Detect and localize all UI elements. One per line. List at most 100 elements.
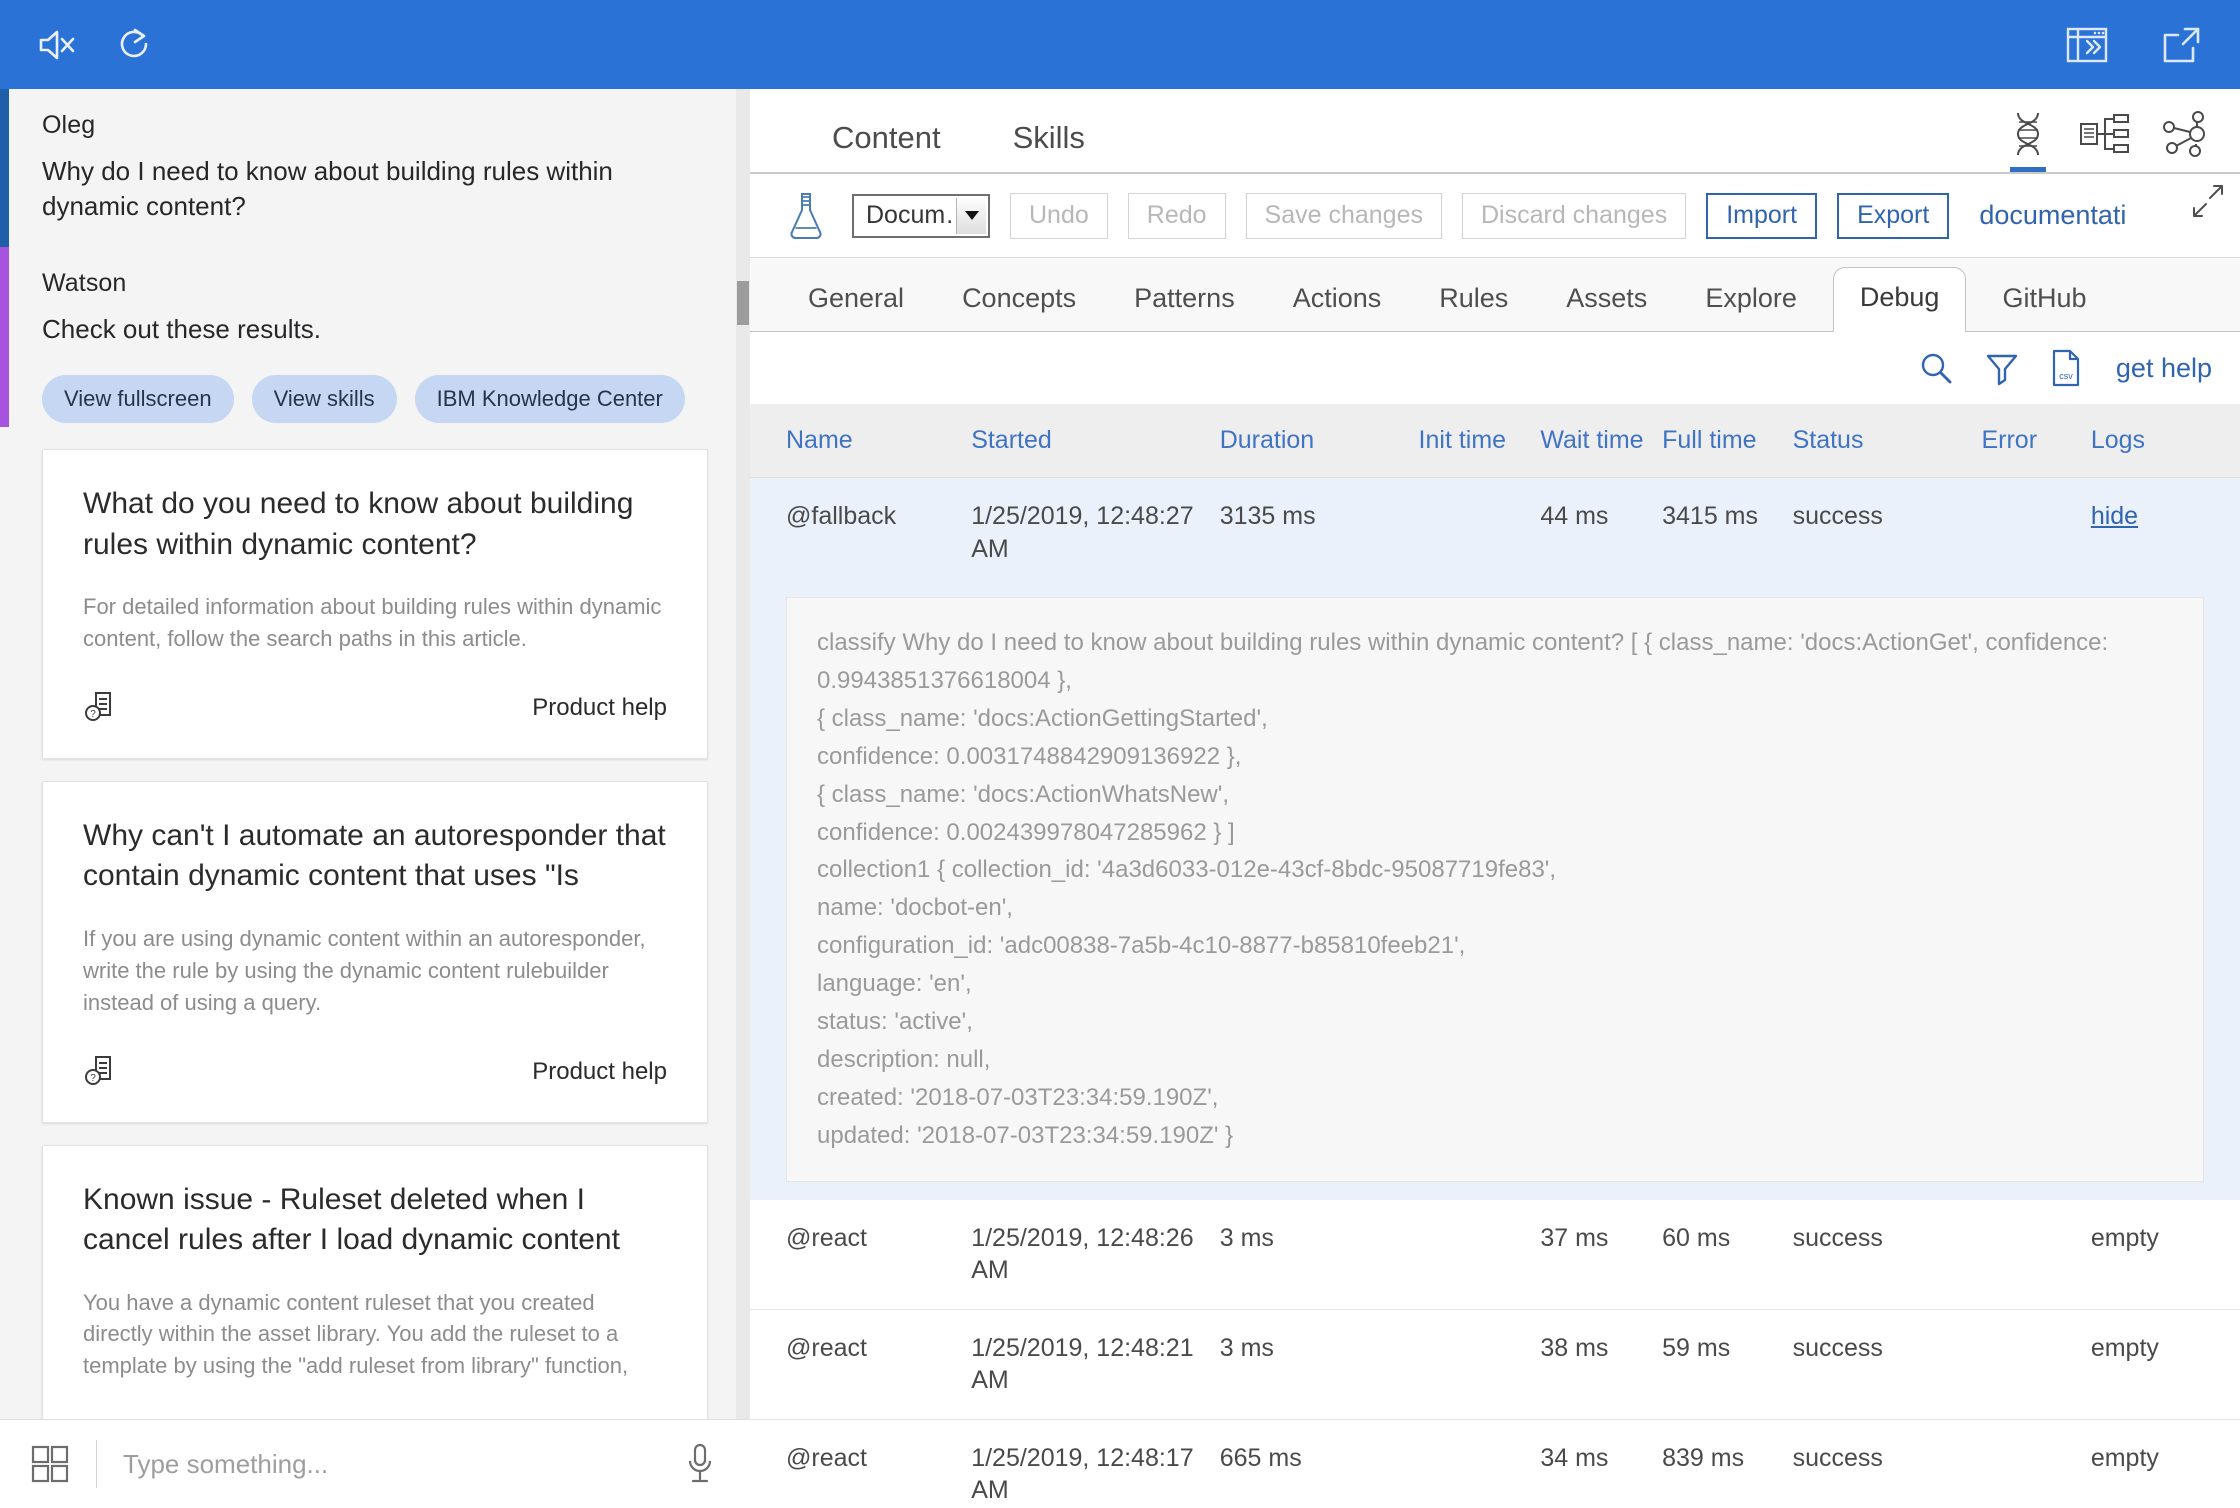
artifact-type-select[interactable]: Docum… <box>852 193 990 238</box>
result-card-description: You have a dynamic content ruleset that … <box>83 1289 629 1379</box>
search-icon[interactable] <box>1918 350 1954 386</box>
column-header-duration[interactable]: Duration <box>1219 404 1419 478</box>
undo-button[interactable]: Undo <box>1010 192 1108 239</box>
log-detail-panel: classify Why do I need to know about bui… <box>786 597 2204 1182</box>
documentation-link[interactable]: documentati <box>1979 200 2126 231</box>
chip-view-fullscreen[interactable]: View fullscreen <box>42 375 234 424</box>
chevron-down-icon[interactable] <box>956 197 986 234</box>
subtab-patterns[interactable]: Patterns <box>1112 283 1257 332</box>
log-line: classify Why do I need to know about bui… <box>817 629 2115 694</box>
subtab-explore[interactable]: Explore <box>1683 283 1819 332</box>
cell-logs: empty <box>2090 1199 2240 1310</box>
table-row[interactable]: @fallback 1/25/2019, 12:48:27 AM 3135 ms… <box>750 477 2240 587</box>
subtab-rules[interactable]: Rules <box>1417 283 1530 332</box>
result-card-action-label[interactable]: Product help <box>532 1058 667 1086</box>
column-header-started[interactable]: Started <box>971 404 1220 478</box>
log-line: { class_name: 'docs:ActionWhatsNew', <box>817 780 1230 808</box>
result-card-action-label[interactable]: Product help <box>532 694 667 722</box>
subtab-debug[interactable]: Debug <box>1832 267 1967 332</box>
cell-init-time <box>1418 1309 1541 1420</box>
column-header-error[interactable]: Error <box>1981 404 2091 478</box>
filter-icon[interactable] <box>1984 350 2020 386</box>
subtab-actions[interactable]: Actions <box>1271 283 1404 332</box>
log-detail-row: classify Why do I need to know about bui… <box>750 587 2240 1200</box>
export-button[interactable]: Export <box>1837 192 1950 239</box>
subtab-assets[interactable]: Assets <box>1544 283 1669 332</box>
result-card[interactable]: Why can't I automate an autoresponder th… <box>42 780 708 1123</box>
get-help-link[interactable]: get help <box>2116 353 2212 384</box>
cell-logs: empty <box>2090 1309 2240 1420</box>
cell-started: 1/25/2019, 12:48:17 AM <box>971 1419 1220 1508</box>
chat-message-input[interactable] <box>97 1447 650 1481</box>
cell-full-time: 839 ms <box>1662 1419 1793 1508</box>
discard-changes-button[interactable]: Discard changes <box>1461 192 1687 239</box>
flask-icon[interactable] <box>786 190 826 242</box>
chip-view-skills[interactable]: View skills <box>251 375 397 424</box>
cell-name: @fallback <box>750 477 972 587</box>
result-card[interactable]: What do you need to know about building … <box>42 449 708 759</box>
status-badge: success <box>1792 1419 1982 1508</box>
log-line: confidence: 0.0031748842909136922 }, <box>817 742 1242 770</box>
cell-error <box>1981 1309 2091 1420</box>
tab-skills[interactable]: Skills <box>1013 120 1085 172</box>
restart-icon[interactable] <box>110 22 156 68</box>
hierarchy-tree-icon[interactable] <box>2078 110 2130 172</box>
message-accent-bar <box>0 246 9 428</box>
app-grid-icon[interactable] <box>0 1444 96 1484</box>
redo-button[interactable]: Redo <box>1127 192 1226 239</box>
cell-duration: 3 ms <box>1219 1309 1419 1420</box>
topbar-left-icon-group <box>0 22 156 68</box>
chat-message-user: Oleg Why do I need to know about buildin… <box>0 89 750 247</box>
cell-duration: 665 ms <box>1219 1419 1419 1508</box>
cell-started: 1/25/2019, 12:48:21 AM <box>971 1309 1220 1420</box>
chat-scrollbar-track[interactable] <box>736 89 750 1419</box>
result-card[interactable]: Known issue - Ruleset deleted when I can… <box>42 1144 708 1419</box>
save-changes-button[interactable]: Save changes <box>1245 192 1442 239</box>
result-card-footer: ? Product help <box>83 689 667 728</box>
cell-logs: empty <box>2090 1419 2240 1508</box>
message-text: Why do I need to know about building rul… <box>42 156 613 222</box>
cell-wait-time: 34 ms <box>1540 1419 1663 1508</box>
table-row[interactable]: @react 1/25/2019, 12:48:17 AM 665 ms 34 … <box>750 1419 2240 1508</box>
column-header-init-time[interactable]: Init time <box>1418 404 1541 478</box>
microphone-icon[interactable] <box>650 1442 750 1486</box>
message-text: Check out these results. <box>42 313 321 344</box>
subtab-general[interactable]: General <box>786 283 926 332</box>
message-accent-bar <box>0 89 9 247</box>
chip-ibm-knowledge-center[interactable]: IBM Knowledge Center <box>414 375 685 424</box>
chat-message-bot: Watson Check out these results. View ful… <box>0 246 750 428</box>
log-line: status: 'active', <box>817 1008 973 1036</box>
subtab-concepts[interactable]: Concepts <box>940 283 1098 332</box>
table-row[interactable]: @react 1/25/2019, 12:48:26 AM 3 ms 37 ms… <box>750 1199 2240 1310</box>
chat-scrollbar-thumb[interactable] <box>737 281 749 325</box>
log-line: confidence: 0.002439978047285962 } ] <box>817 818 1235 846</box>
chat-scroll-region: Oleg Why do I need to know about buildin… <box>0 89 750 1419</box>
debug-table: Name Started Duration Init time Wait tim… <box>750 404 2240 1508</box>
launch-external-icon[interactable] <box>2158 22 2204 68</box>
column-header-logs[interactable]: Logs <box>2090 404 2240 478</box>
tab-content[interactable]: Content <box>832 120 941 172</box>
column-header-full-time[interactable]: Full time <box>1662 404 1793 478</box>
expand-diagonal-icon[interactable] <box>2188 182 2228 227</box>
app-top-bar <box>0 0 2240 89</box>
node-graph-icon[interactable] <box>2160 110 2212 172</box>
cell-init-time <box>1418 1199 1541 1310</box>
table-row[interactable]: @react 1/25/2019, 12:48:21 AM 3 ms 38 ms… <box>750 1309 2240 1420</box>
result-card-description: If you are using dynamic content within … <box>83 925 646 1015</box>
import-button[interactable]: Import <box>1706 192 1818 239</box>
log-line: updated: '2018-07-03T23:34:59.190Z' } <box>817 1121 1234 1149</box>
log-line: { class_name: 'docs:ActionGettingStarted… <box>817 704 1268 732</box>
subtab-github[interactable]: GitHub <box>1980 283 2108 332</box>
workbench-toolbar: Docum… Undo Redo Save changes Discard ch… <box>750 174 2240 258</box>
debug-tools-row: csv get help <box>750 332 2240 404</box>
open-panel-icon[interactable] <box>2064 22 2110 68</box>
cell-error <box>1981 1419 2091 1508</box>
csv-download-icon[interactable]: csv <box>2050 349 2082 387</box>
column-header-name[interactable]: Name <box>750 404 972 478</box>
log-line: language: 'en', <box>817 970 972 998</box>
column-header-status[interactable]: Status <box>1792 404 1982 478</box>
speaker-mute-icon[interactable] <box>34 22 80 68</box>
column-header-wait-time[interactable]: Wait time <box>1540 404 1663 478</box>
dna-helix-icon[interactable] <box>2008 110 2048 172</box>
toggle-logs-link[interactable]: hide <box>2091 502 2138 530</box>
